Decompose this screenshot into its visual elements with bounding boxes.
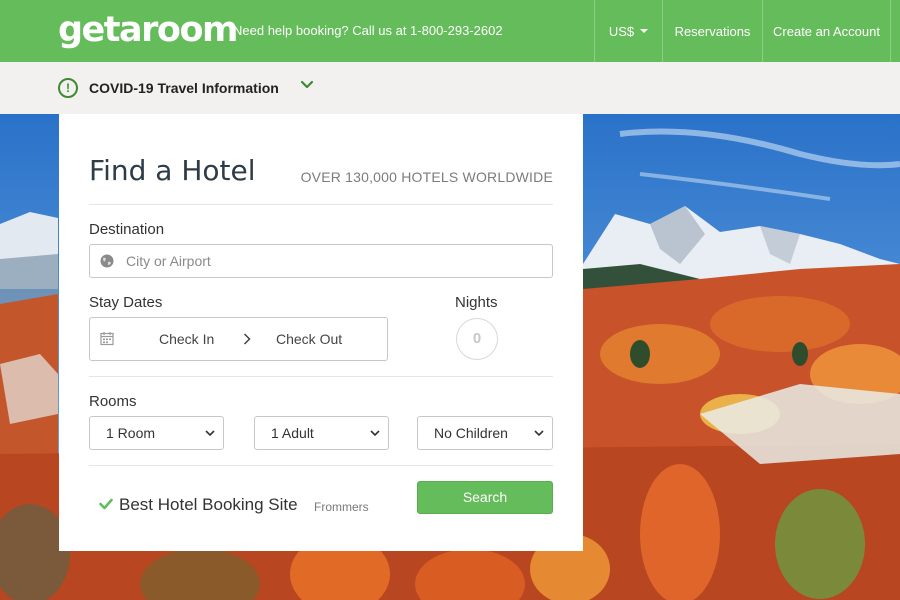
adults-select-value: 1 Adult <box>271 425 314 441</box>
checkmark-icon <box>99 498 113 510</box>
create-account-label: Create an Account <box>773 23 880 39</box>
search-button[interactable]: Search <box>417 481 553 514</box>
hotel-count-text: OVER 130,000 HOTELS WORLDWIDE <box>300 169 553 185</box>
calendar-icon <box>100 332 114 346</box>
help-phone-text: Need help booking? Call us at 1-800-293-… <box>233 23 503 38</box>
destination-input[interactable] <box>126 245 546 277</box>
covid-info-bar[interactable]: ! COVID-19 Travel Information <box>0 62 900 114</box>
currency-label: US$ <box>608 23 635 39</box>
divider <box>89 204 553 205</box>
chevron-down-icon <box>370 430 380 437</box>
covid-info-label: COVID-19 Travel Information <box>89 80 279 96</box>
chevron-down-icon <box>205 430 215 437</box>
rooms-label: Rooms <box>89 393 137 410</box>
check-out-field[interactable]: Check Out <box>276 331 342 347</box>
chevron-right-icon <box>243 333 251 345</box>
children-select[interactable]: No Children <box>417 416 553 450</box>
check-in-field[interactable]: Check In <box>159 331 214 347</box>
nav-divider <box>890 0 900 62</box>
caret-down-icon <box>640 29 649 33</box>
chevron-down-icon <box>534 430 544 437</box>
adults-select[interactable]: 1 Adult <box>254 416 389 450</box>
destination-field[interactable] <box>89 244 553 278</box>
best-booking-text: Best Hotel Booking Site <box>119 495 298 514</box>
top-nav: getaroom Need help booking? Call us at 1… <box>0 0 900 62</box>
divider <box>89 465 553 466</box>
destination-label: Destination <box>89 221 165 238</box>
page-title: Find a Hotel <box>89 154 256 187</box>
nights-label: Nights <box>455 294 498 311</box>
logo[interactable]: getaroom <box>58 8 238 52</box>
stay-dates-field: Check In Check Out <box>89 317 388 361</box>
hotel-search-card: Find a Hotel OVER 130,000 HOTELS WORLDWI… <box>59 114 583 551</box>
currency-selector[interactable]: US$ <box>594 0 662 62</box>
alert-icon: ! <box>58 78 78 98</box>
chevron-down-icon[interactable] <box>300 80 314 90</box>
reservations-label: Reservations <box>674 23 751 39</box>
stay-dates-label: Stay Dates <box>89 294 163 311</box>
children-select-value: No Children <box>434 425 508 441</box>
rooms-select-value: 1 Room <box>106 425 156 441</box>
rooms-select[interactable]: 1 Room <box>89 416 224 450</box>
divider <box>89 376 553 377</box>
award-source-text: Frommers <box>314 500 369 514</box>
nights-count: 0 <box>456 318 498 360</box>
create-account-link[interactable]: Create an Account <box>762 0 890 62</box>
globe-icon <box>100 254 114 268</box>
reservations-link[interactable]: Reservations <box>662 0 762 62</box>
